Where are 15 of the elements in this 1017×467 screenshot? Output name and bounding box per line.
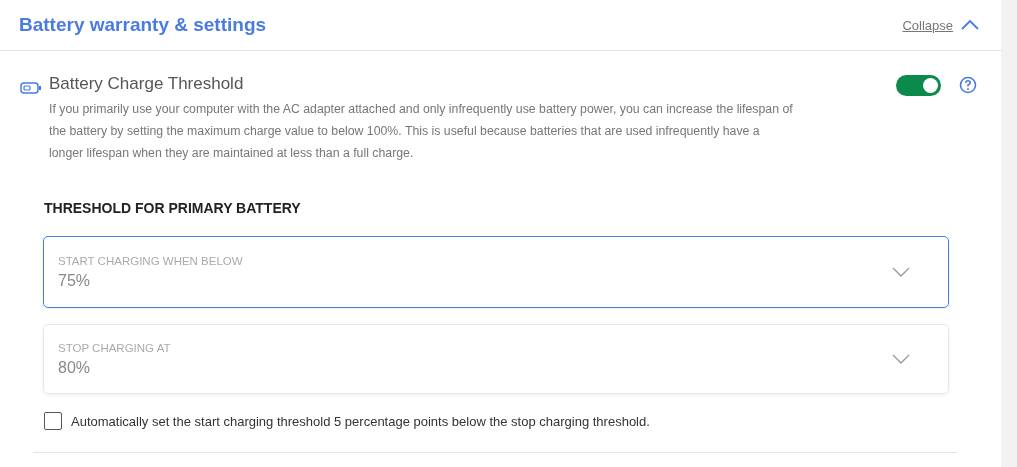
checkbox-label: Automatically set the start charging threshold 5 percentage points below the stop charging threshold. xyxy=(71,413,650,429)
setting-title: Battery Charge Threshold xyxy=(49,73,245,95)
setting-description: If you primarily use your computer with the AC adapter attached and only infrequently use battery power, you can increase the lifespan of the battery by setting the maximum charge value to below 100%. This is useful because batteries that are used infrequently have a longer lifespan when they are maintained at less than a full charge. xyxy=(49,101,794,162)
chevron-down-icon xyxy=(892,267,910,277)
checkbox[interactable] xyxy=(44,412,62,430)
collapse-link[interactable]: Collapse xyxy=(902,17,953,33)
help-icon[interactable] xyxy=(959,76,977,94)
charge-dropdown[interactable]: STOP CHARGING AT 80% xyxy=(43,324,949,394)
chevron-up-icon[interactable] xyxy=(961,19,979,31)
chevron-down-icon xyxy=(892,354,910,364)
toggle-switch[interactable] xyxy=(896,75,941,96)
battery-icon xyxy=(20,82,42,94)
threshold-heading: THRESHOLD FOR PRIMARY BATTERY xyxy=(44,200,302,216)
charge-dropdown[interactable]: START CHARGING WHEN BELOW 75% xyxy=(43,236,949,308)
section-title: Battery warranty & settings xyxy=(19,14,267,36)
